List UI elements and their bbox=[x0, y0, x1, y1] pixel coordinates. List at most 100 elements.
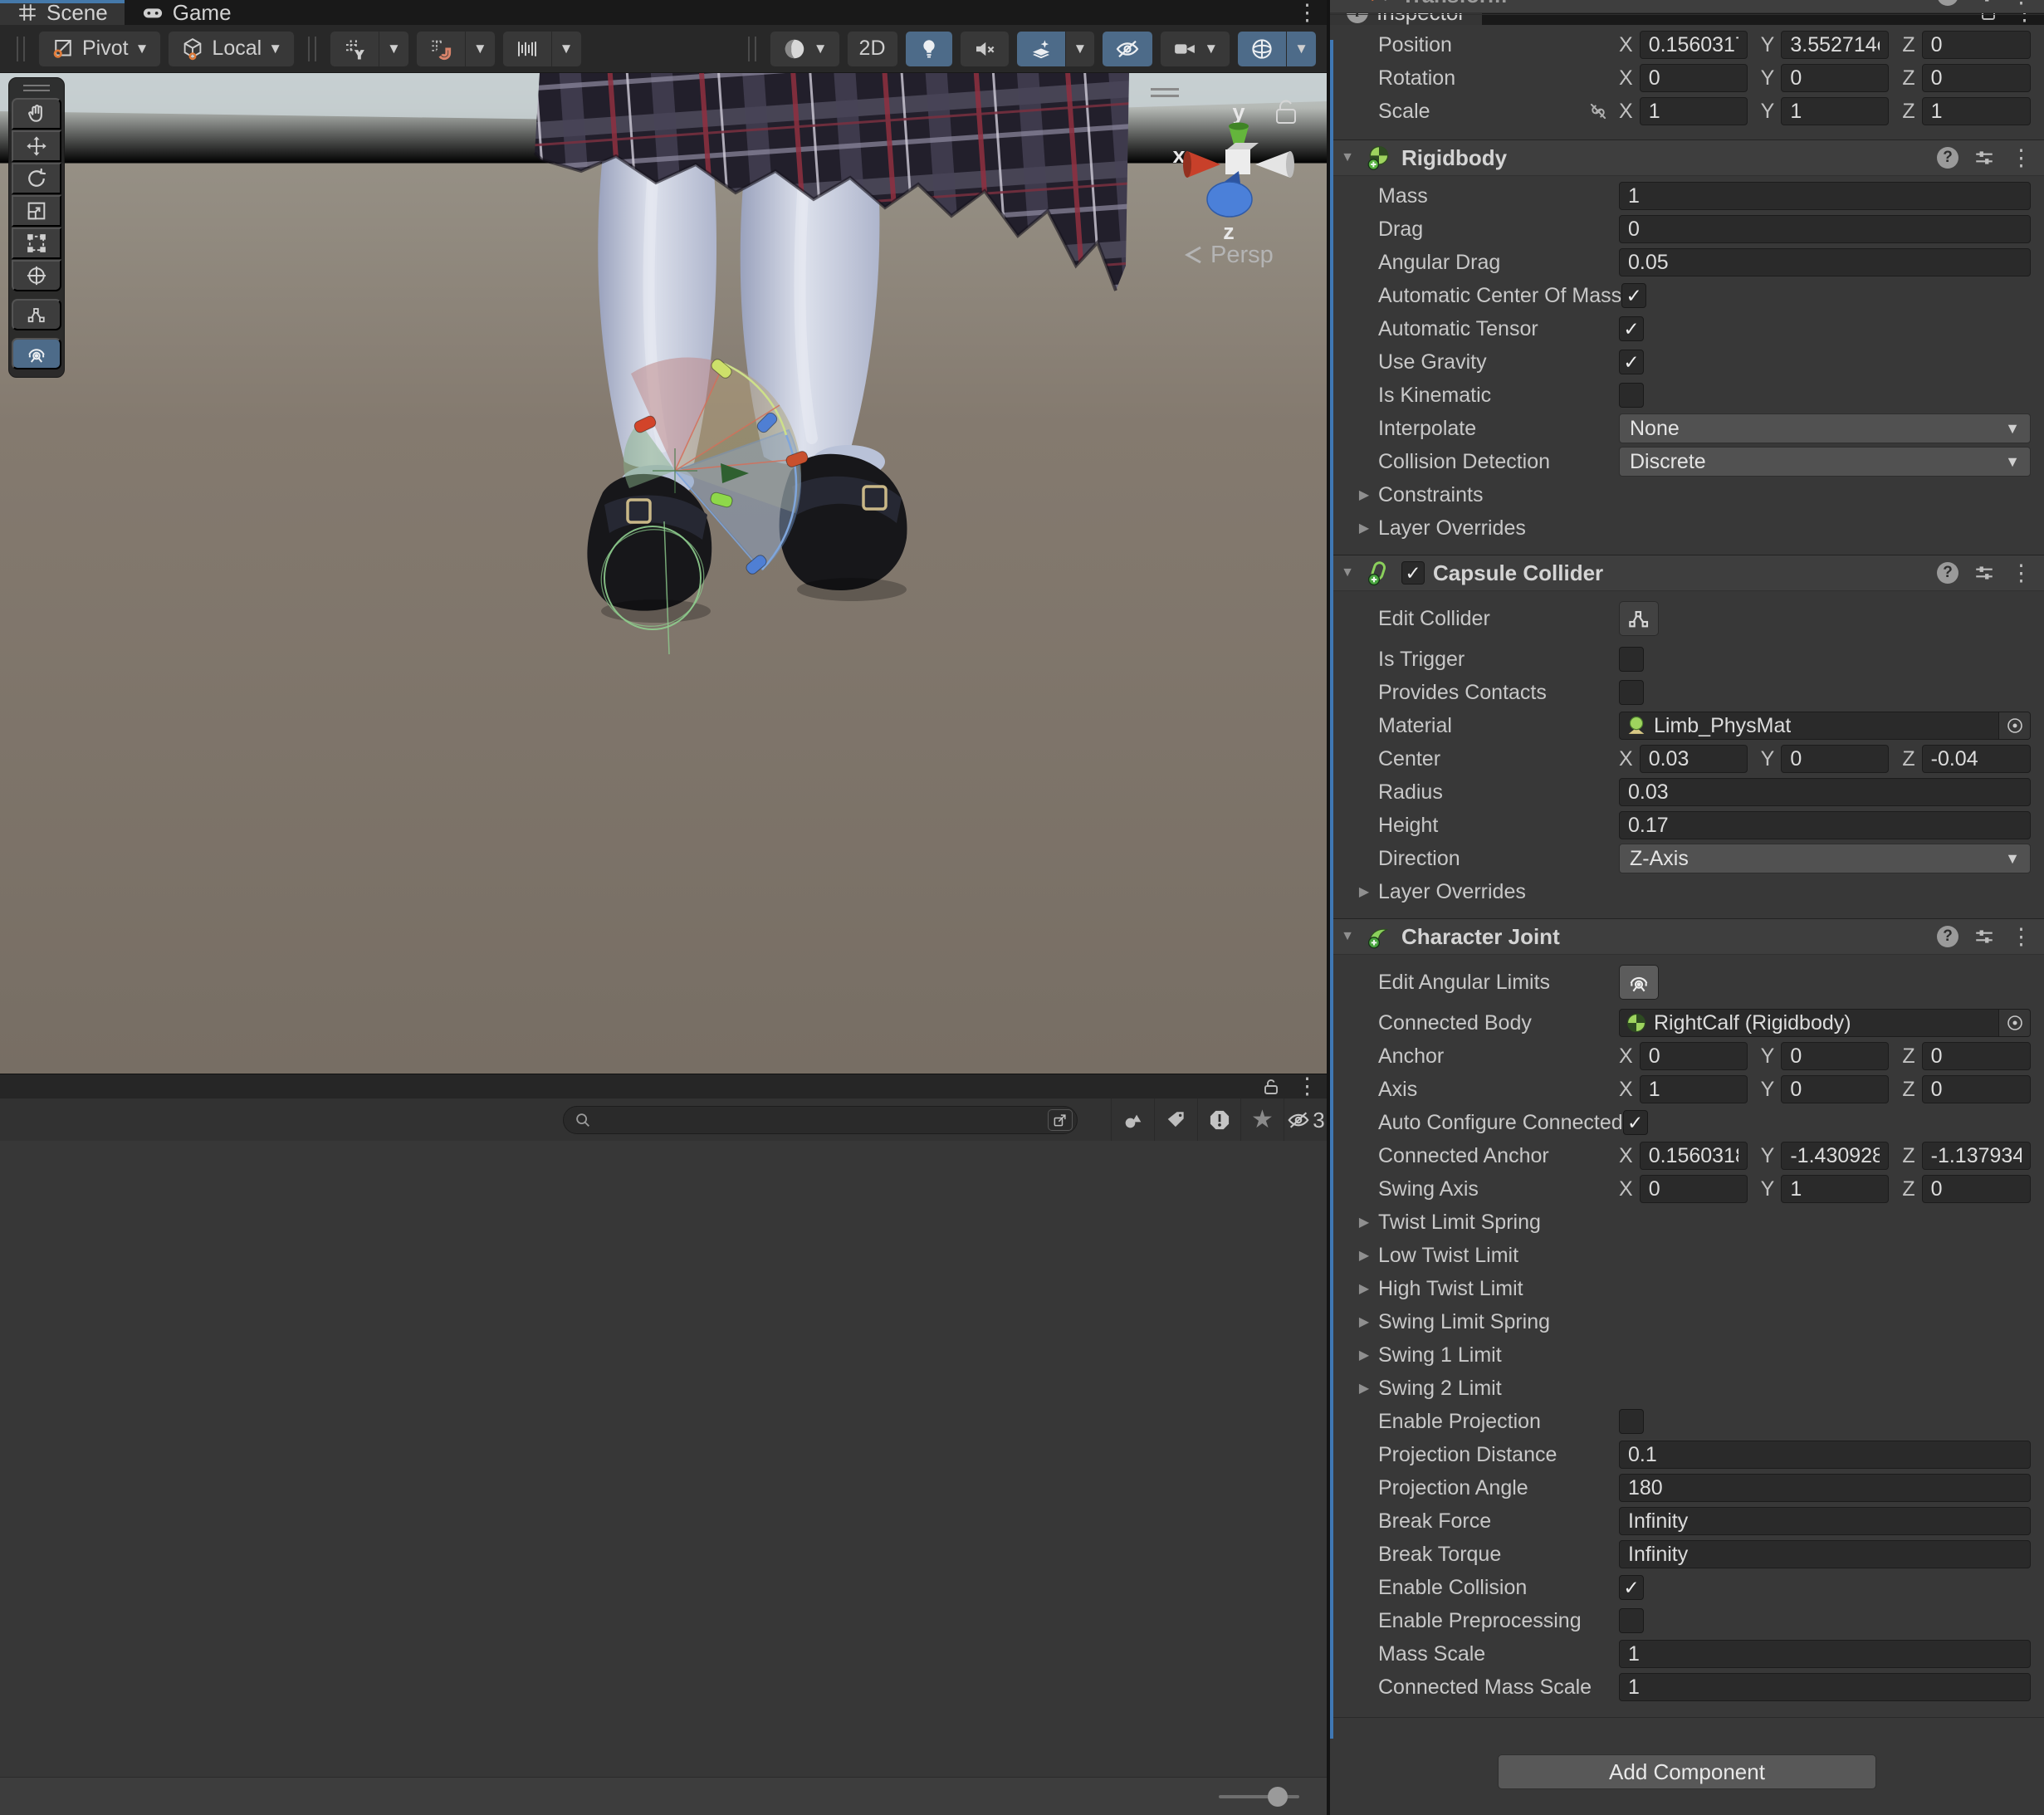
toolbar-drag-handle[interactable] bbox=[748, 37, 756, 61]
axis-z-label[interactable]: z bbox=[1223, 219, 1235, 244]
mass-input[interactable] bbox=[1619, 182, 2031, 210]
anchor-z-input[interactable] bbox=[1922, 1042, 2031, 1070]
edit-collider-button[interactable] bbox=[1619, 601, 1659, 636]
position-z-input[interactable] bbox=[1922, 31, 2031, 59]
preset-icon[interactable] bbox=[1973, 0, 1995, 6]
is-kinematic-checkbox[interactable] bbox=[1619, 383, 1644, 408]
foldout-low-twist-limit[interactable]: ▶Low Twist Limit bbox=[1330, 1239, 2044, 1272]
help-icon[interactable]: ? bbox=[1937, 147, 1958, 169]
measure-tool-dropdown[interactable]: ▼ bbox=[552, 31, 582, 67]
break-torque-input[interactable] bbox=[1619, 1540, 2031, 1568]
scene-lighting-button[interactable] bbox=[905, 31, 953, 67]
object-picker-icon[interactable] bbox=[1998, 712, 2030, 739]
hidden-objects-toggle[interactable]: 3 bbox=[1284, 1098, 1327, 1142]
foldout-layer-overrides[interactable]: ▶Layer Overrides bbox=[1330, 875, 2044, 908]
gizmos-toggle-button[interactable] bbox=[1237, 31, 1287, 67]
component-enabled-checkbox[interactable]: ✓ bbox=[1401, 561, 1425, 585]
move-tool[interactable] bbox=[12, 130, 61, 162]
angular-drag-input[interactable] bbox=[1619, 248, 2031, 276]
foldout-arrow-icon[interactable]: ▼ bbox=[1338, 565, 1357, 580]
swing-axis-z-input[interactable] bbox=[1922, 1175, 2031, 1203]
center-y-input[interactable] bbox=[1781, 745, 1889, 773]
enable-projection-checkbox[interactable] bbox=[1619, 1409, 1644, 1434]
connected-anchor-y-input[interactable] bbox=[1781, 1142, 1889, 1170]
handle-rotation-button[interactable]: Local ▼ bbox=[168, 31, 295, 67]
scene-viewport[interactable]: y x z Persp bbox=[0, 73, 1327, 1074]
position-y-input[interactable] bbox=[1781, 31, 1889, 59]
2d-view-button[interactable]: 2D bbox=[847, 31, 898, 67]
snap-increment-button[interactable] bbox=[416, 31, 466, 67]
panel-menu-icon[interactable]: ⋮ bbox=[1296, 1075, 1318, 1098]
foldout-high-twist-limit[interactable]: ▶High Twist Limit bbox=[1330, 1272, 2044, 1305]
unlink-icon[interactable] bbox=[1587, 100, 1609, 122]
provides-contacts-checkbox[interactable] bbox=[1619, 680, 1644, 705]
rotation-z-input[interactable] bbox=[1922, 64, 2031, 92]
rotate-tool[interactable] bbox=[12, 163, 61, 194]
axis-y-input[interactable] bbox=[1781, 1075, 1889, 1103]
slider-knob[interactable] bbox=[1268, 1787, 1288, 1807]
rotation-x-input[interactable] bbox=[1640, 64, 1748, 92]
position-x-input[interactable] bbox=[1640, 31, 1748, 59]
is-trigger-checkbox[interactable] bbox=[1619, 647, 1644, 672]
drag-input[interactable] bbox=[1619, 215, 2031, 243]
anchor-x-input[interactable] bbox=[1640, 1042, 1748, 1070]
help-icon[interactable]: ? bbox=[1937, 562, 1958, 584]
foldout-arrow-icon[interactable]: ▼ bbox=[1338, 0, 1357, 2]
center-x-input[interactable] bbox=[1640, 745, 1748, 773]
help-icon[interactable]: ? bbox=[1937, 0, 1958, 6]
swing-axis-x-input[interactable] bbox=[1640, 1175, 1748, 1203]
lock-icon[interactable] bbox=[1261, 1077, 1281, 1097]
effects-dropdown[interactable]: ▼ bbox=[1066, 31, 1096, 67]
radius-input[interactable] bbox=[1619, 778, 2031, 806]
edit-angular-limits-button[interactable] bbox=[1619, 965, 1659, 1000]
break-force-input[interactable] bbox=[1619, 1507, 2031, 1535]
connected-anchor-x-input[interactable] bbox=[1640, 1142, 1748, 1170]
component-header[interactable]: ▼ Rigidbody ? ⋮ bbox=[1330, 139, 2044, 176]
pivot-mode-button[interactable]: Pivot ▼ bbox=[38, 31, 161, 67]
center-z-input[interactable] bbox=[1922, 745, 2031, 773]
preset-icon[interactable] bbox=[1973, 926, 1995, 947]
grid-snapping-dropdown[interactable]: ▼ bbox=[379, 31, 409, 67]
toolbar-drag-handle[interactable] bbox=[17, 37, 25, 61]
scale-y-input[interactable] bbox=[1781, 97, 1889, 125]
auto-configure-connected-checkbox[interactable]: ✓ bbox=[1623, 1110, 1648, 1135]
view-hand-tool[interactable] bbox=[12, 98, 61, 130]
rotation-y-input[interactable] bbox=[1781, 64, 1889, 92]
connected-anchor-z-input[interactable] bbox=[1922, 1142, 2031, 1170]
scene-visibility-button[interactable] bbox=[1102, 31, 1153, 67]
search-input[interactable] bbox=[599, 1108, 1048, 1132]
panel-menu-icon[interactable]: ⋮ bbox=[1296, 2, 1318, 24]
kebab-menu-icon[interactable]: ⋮ bbox=[2010, 562, 2032, 585]
foldout-swing-1-limit[interactable]: ▶Swing 1 Limit bbox=[1330, 1338, 2044, 1372]
preset-icon[interactable] bbox=[1973, 147, 1995, 169]
axis-z-input[interactable] bbox=[1922, 1075, 2031, 1103]
swing-axis-y-input[interactable] bbox=[1781, 1175, 1889, 1203]
foldout-layer-overrides[interactable]: ▶Layer Overrides bbox=[1330, 511, 2044, 545]
help-icon[interactable]: ? bbox=[1937, 926, 1958, 947]
add-component-button[interactable]: Add Component bbox=[1498, 1754, 1876, 1789]
console-warning-icon[interactable] bbox=[1197, 1098, 1240, 1142]
rect-tool[interactable] bbox=[12, 227, 61, 259]
connected-mass-scale-input[interactable] bbox=[1619, 1673, 2031, 1701]
search-field[interactable] bbox=[563, 1106, 1078, 1134]
kebab-menu-icon[interactable]: ⋮ bbox=[2010, 147, 2032, 169]
transform-tool[interactable] bbox=[12, 260, 61, 291]
open-in-window-icon[interactable] bbox=[1048, 1109, 1073, 1131]
foldout-constraints[interactable]: ▶Constraints bbox=[1330, 478, 2044, 511]
collision-detection-dropdown[interactable]: Discrete▼ bbox=[1619, 447, 2031, 477]
enable-preprocessing-checkbox[interactable] bbox=[1619, 1608, 1644, 1633]
foldout-arrow-icon[interactable]: ▼ bbox=[1338, 150, 1357, 165]
foldout-twist-limit-spring[interactable]: ▶Twist Limit Spring bbox=[1330, 1206, 2044, 1239]
scale-z-input[interactable] bbox=[1922, 97, 2031, 125]
favorites-star-icon[interactable]: ★ bbox=[1240, 1098, 1284, 1142]
bottom-panel-content[interactable] bbox=[0, 1141, 1327, 1777]
measure-tool-button[interactable] bbox=[502, 31, 552, 67]
interpolate-dropdown[interactable]: None▼ bbox=[1619, 413, 2031, 443]
projection-distance-input[interactable] bbox=[1619, 1441, 2031, 1469]
automatic-tensor-checkbox[interactable]: ✓ bbox=[1619, 316, 1644, 341]
toolbar-drag-handle[interactable] bbox=[308, 37, 316, 61]
foldout-swing-limit-spring[interactable]: ▶Swing Limit Spring bbox=[1330, 1305, 2044, 1338]
snap-increment-dropdown[interactable]: ▼ bbox=[466, 31, 496, 67]
camera-settings-button[interactable]: ▼ bbox=[1160, 31, 1230, 67]
connected-body-object-field[interactable]: RightCalf (Rigidbody) bbox=[1619, 1009, 2031, 1037]
